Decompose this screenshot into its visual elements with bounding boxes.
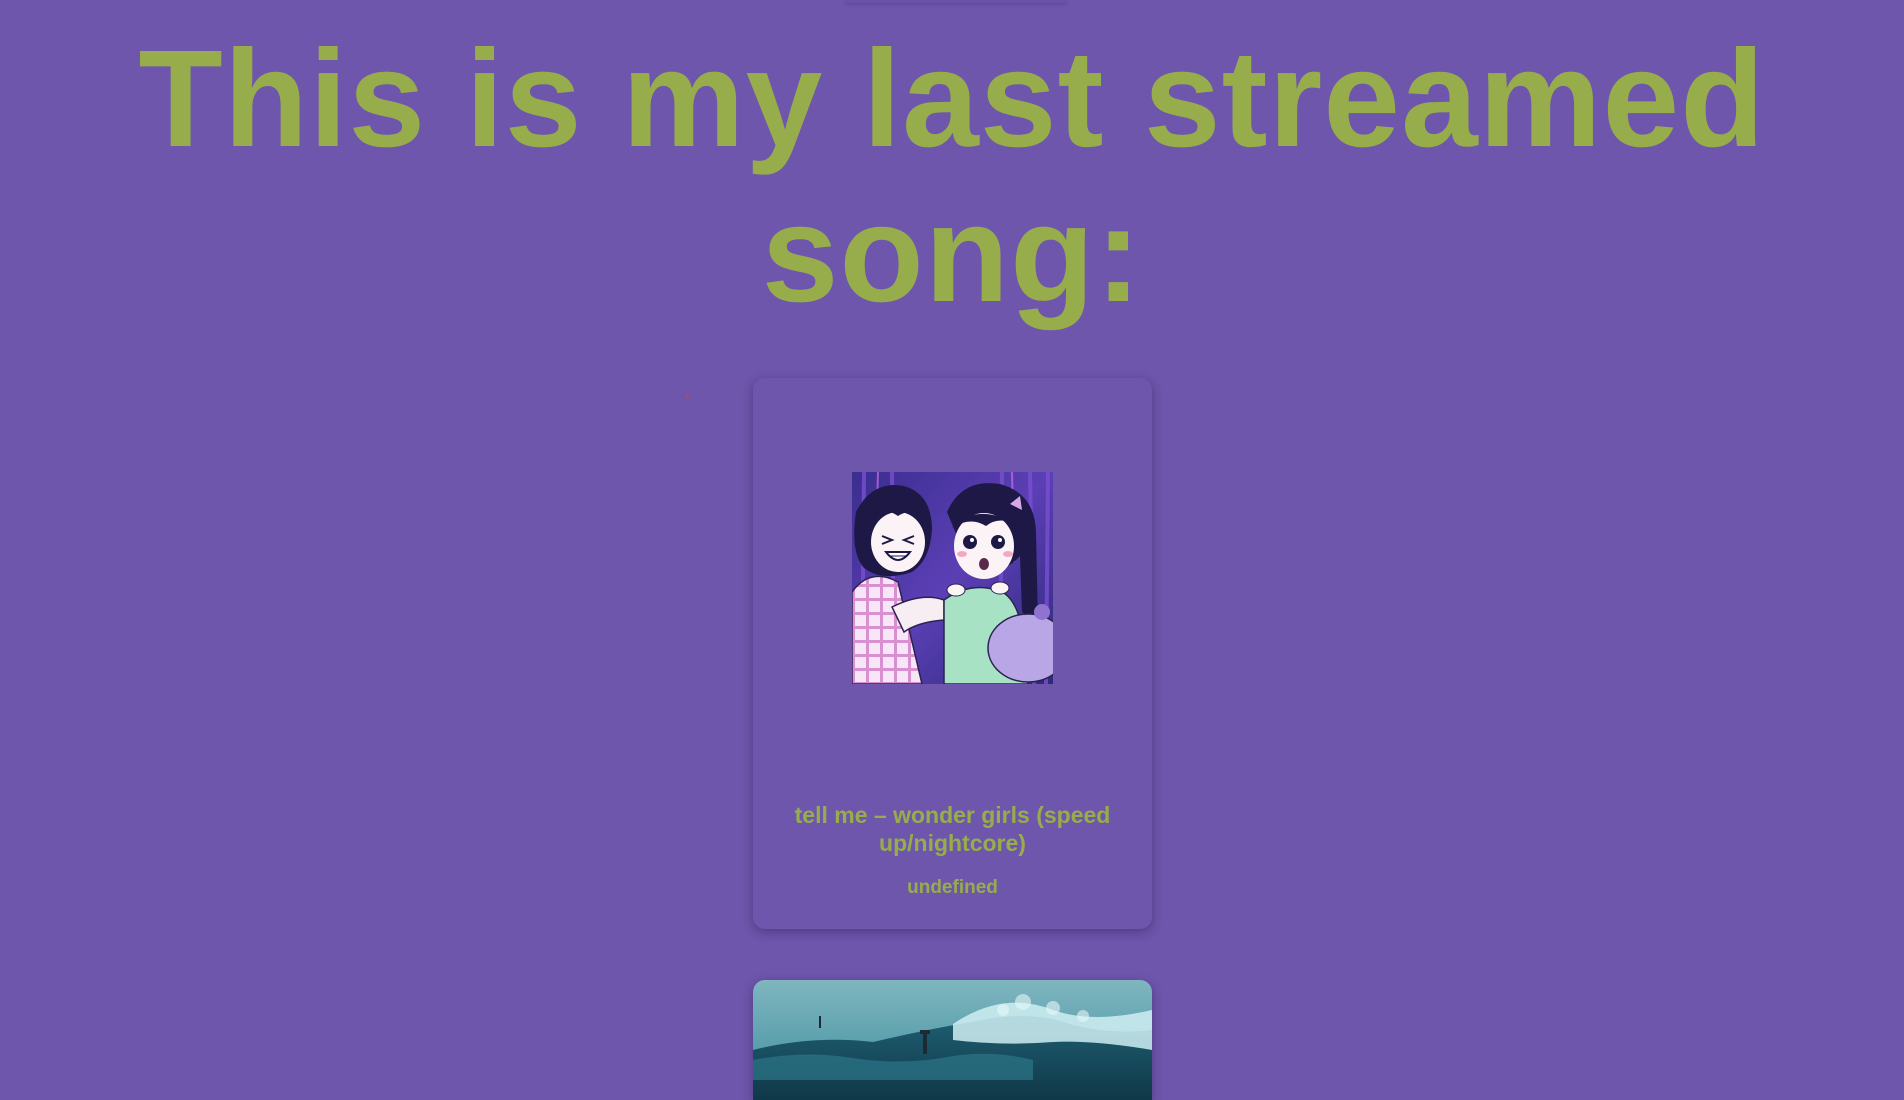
- next-song-card[interactable]: [753, 980, 1152, 1100]
- album-cover-image: [852, 472, 1053, 684]
- song-title: tell me – wonder girls (speed up/nightco…: [794, 802, 1111, 856]
- next-cover-image: [753, 980, 1152, 1100]
- decorative-dot: [686, 395, 689, 398]
- song-artist: undefined: [907, 877, 998, 898]
- last-song-card[interactable]: tell me – wonder girls (speed up/nightco…: [753, 378, 1152, 929]
- page-title: This is my last streamed song:: [138, 22, 1766, 331]
- previous-card-edge: [845, 0, 1067, 3]
